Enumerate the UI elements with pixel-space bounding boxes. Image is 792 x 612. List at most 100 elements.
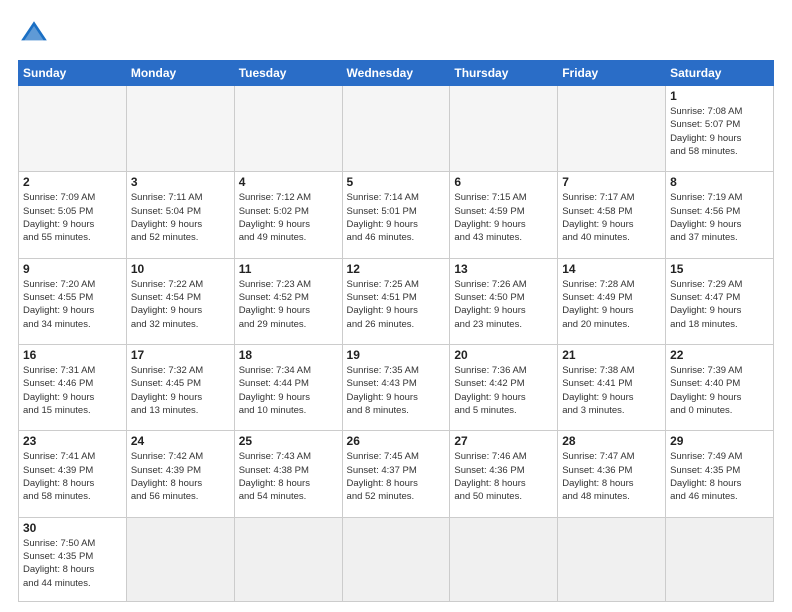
calendar-cell: 18 Sunrise: 7:34 AM Sunset: 4:44 PM Dayli… xyxy=(234,344,342,430)
day-number: 29 xyxy=(670,434,769,448)
weekday-header-thursday: Thursday xyxy=(450,61,558,86)
calendar-cell: 1 Sunrise: 7:08 AM Sunset: 5:07 PM Daylig… xyxy=(666,86,774,172)
day-number: 30 xyxy=(23,521,122,535)
weekday-header-friday: Friday xyxy=(558,61,666,86)
day-number: 3 xyxy=(131,175,230,189)
calendar-cell: 6Sunrise: 7:15 AM Sunset: 4:59 PM Daylig… xyxy=(450,172,558,258)
day-info: Sunrise: 7:49 AM Sunset: 4:35 PM Dayligh… xyxy=(670,450,769,503)
day-number: 21 xyxy=(562,348,661,362)
day-info: Sunrise: 7:42 AM Sunset: 4:39 PM Dayligh… xyxy=(131,450,230,503)
calendar-cell: 7 Sunrise: 7:17 AM Sunset: 4:58 PM Daylig… xyxy=(558,172,666,258)
calendar-cell: 23Sunrise: 7:41 AM Sunset: 4:39 PM Dayli… xyxy=(19,431,127,517)
calendar-cell: 8Sunrise: 7:19 AM Sunset: 4:56 PM Daylig… xyxy=(666,172,774,258)
calendar-cell: 19 Sunrise: 7:35 AM Sunset: 4:43 PM Dayli… xyxy=(342,344,450,430)
day-info: Sunrise: 7:17 AM Sunset: 4:58 PM Dayligh… xyxy=(562,191,661,244)
day-info: Sunrise: 7:20 AM Sunset: 4:55 PM Dayligh… xyxy=(23,278,122,331)
day-number: 7 xyxy=(562,175,661,189)
day-info: Sunrise: 7:31 AM Sunset: 4:46 PM Dayligh… xyxy=(23,364,122,417)
weekday-header-monday: Monday xyxy=(126,61,234,86)
calendar-cell: 11 Sunrise: 7:23 AM Sunset: 4:52 PM Dayli… xyxy=(234,258,342,344)
day-info: Sunrise: 7:29 AM Sunset: 4:47 PM Dayligh… xyxy=(670,278,769,331)
day-info: Sunrise: 7:25 AM Sunset: 4:51 PM Dayligh… xyxy=(347,278,446,331)
week-row-6: 30 Sunrise: 7:50 AM Sunset: 4:35 PM Dayli… xyxy=(19,517,774,601)
day-info: Sunrise: 7:36 AM Sunset: 4:42 PM Dayligh… xyxy=(454,364,553,417)
day-info: Sunrise: 7:46 AM Sunset: 4:36 PM Dayligh… xyxy=(454,450,553,503)
day-number: 18 xyxy=(239,348,338,362)
day-number: 26 xyxy=(347,434,446,448)
calendar-cell: 10 Sunrise: 7:22 AM Sunset: 4:54 PM Dayli… xyxy=(126,258,234,344)
day-number: 12 xyxy=(347,262,446,276)
calendar-cell xyxy=(450,517,558,601)
day-info: Sunrise: 7:47 AM Sunset: 4:36 PM Dayligh… xyxy=(562,450,661,503)
day-number: 2 xyxy=(23,175,122,189)
day-number: 25 xyxy=(239,434,338,448)
calendar-cell xyxy=(19,86,127,172)
calendar-cell xyxy=(126,86,234,172)
calendar-cell xyxy=(234,517,342,601)
calendar-cell: 22 Sunrise: 7:39 AM Sunset: 4:40 PM Dayli… xyxy=(666,344,774,430)
weekday-header-wednesday: Wednesday xyxy=(342,61,450,86)
calendar-cell xyxy=(342,517,450,601)
calendar-cell: 9 Sunrise: 7:20 AM Sunset: 4:55 PM Daylig… xyxy=(19,258,127,344)
calendar-cell xyxy=(126,517,234,601)
calendar: SundayMondayTuesdayWednesdayThursdayFrid… xyxy=(18,60,774,602)
day-number: 14 xyxy=(562,262,661,276)
day-number: 17 xyxy=(131,348,230,362)
day-info: Sunrise: 7:50 AM Sunset: 4:35 PM Dayligh… xyxy=(23,537,122,590)
day-info: Sunrise: 7:11 AM Sunset: 5:04 PM Dayligh… xyxy=(131,191,230,244)
week-row-1: 1 Sunrise: 7:08 AM Sunset: 5:07 PM Daylig… xyxy=(19,86,774,172)
day-number: 13 xyxy=(454,262,553,276)
day-info: Sunrise: 7:35 AM Sunset: 4:43 PM Dayligh… xyxy=(347,364,446,417)
calendar-cell: 3 Sunrise: 7:11 AM Sunset: 5:04 PM Daylig… xyxy=(126,172,234,258)
calendar-cell: 13 Sunrise: 7:26 AM Sunset: 4:50 PM Dayli… xyxy=(450,258,558,344)
day-info: Sunrise: 7:23 AM Sunset: 4:52 PM Dayligh… xyxy=(239,278,338,331)
day-info: Sunrise: 7:22 AM Sunset: 4:54 PM Dayligh… xyxy=(131,278,230,331)
day-number: 10 xyxy=(131,262,230,276)
calendar-cell xyxy=(558,517,666,601)
day-info: Sunrise: 7:14 AM Sunset: 5:01 PM Dayligh… xyxy=(347,191,446,244)
day-number: 11 xyxy=(239,262,338,276)
calendar-cell: 20 Sunrise: 7:36 AM Sunset: 4:42 PM Dayli… xyxy=(450,344,558,430)
calendar-cell: 26 Sunrise: 7:45 AM Sunset: 4:37 PM Dayli… xyxy=(342,431,450,517)
week-row-5: 23Sunrise: 7:41 AM Sunset: 4:39 PM Dayli… xyxy=(19,431,774,517)
day-info: Sunrise: 7:39 AM Sunset: 4:40 PM Dayligh… xyxy=(670,364,769,417)
week-row-4: 16Sunrise: 7:31 AM Sunset: 4:46 PM Dayli… xyxy=(19,344,774,430)
day-info: Sunrise: 7:28 AM Sunset: 4:49 PM Dayligh… xyxy=(562,278,661,331)
calendar-cell xyxy=(450,86,558,172)
logo-icon xyxy=(18,18,50,50)
calendar-cell: 29 Sunrise: 7:49 AM Sunset: 4:35 PM Dayli… xyxy=(666,431,774,517)
weekday-header-tuesday: Tuesday xyxy=(234,61,342,86)
calendar-cell: 30 Sunrise: 7:50 AM Sunset: 4:35 PM Dayli… xyxy=(19,517,127,601)
weekday-header-sunday: Sunday xyxy=(19,61,127,86)
calendar-cell: 17 Sunrise: 7:32 AM Sunset: 4:45 PM Dayli… xyxy=(126,344,234,430)
calendar-cell: 4Sunrise: 7:12 AM Sunset: 5:02 PM Daylig… xyxy=(234,172,342,258)
calendar-cell: 28 Sunrise: 7:47 AM Sunset: 4:36 PM Dayli… xyxy=(558,431,666,517)
week-row-3: 9 Sunrise: 7:20 AM Sunset: 4:55 PM Daylig… xyxy=(19,258,774,344)
day-number: 22 xyxy=(670,348,769,362)
day-number: 19 xyxy=(347,348,446,362)
logo xyxy=(18,18,54,50)
header xyxy=(18,18,774,50)
day-info: Sunrise: 7:09 AM Sunset: 5:05 PM Dayligh… xyxy=(23,191,122,244)
day-number: 9 xyxy=(23,262,122,276)
day-number: 28 xyxy=(562,434,661,448)
day-info: Sunrise: 7:08 AM Sunset: 5:07 PM Dayligh… xyxy=(670,105,769,158)
weekday-header-saturday: Saturday xyxy=(666,61,774,86)
day-info: Sunrise: 7:32 AM Sunset: 4:45 PM Dayligh… xyxy=(131,364,230,417)
day-number: 15 xyxy=(670,262,769,276)
day-info: Sunrise: 7:38 AM Sunset: 4:41 PM Dayligh… xyxy=(562,364,661,417)
day-number: 1 xyxy=(670,89,769,103)
day-number: 20 xyxy=(454,348,553,362)
day-number: 8 xyxy=(670,175,769,189)
day-info: Sunrise: 7:34 AM Sunset: 4:44 PM Dayligh… xyxy=(239,364,338,417)
calendar-cell xyxy=(342,86,450,172)
day-info: Sunrise: 7:45 AM Sunset: 4:37 PM Dayligh… xyxy=(347,450,446,503)
week-row-2: 2 Sunrise: 7:09 AM Sunset: 5:05 PM Daylig… xyxy=(19,172,774,258)
day-info: Sunrise: 7:26 AM Sunset: 4:50 PM Dayligh… xyxy=(454,278,553,331)
day-info: Sunrise: 7:43 AM Sunset: 4:38 PM Dayligh… xyxy=(239,450,338,503)
calendar-cell: 25 Sunrise: 7:43 AM Sunset: 4:38 PM Dayli… xyxy=(234,431,342,517)
day-info: Sunrise: 7:12 AM Sunset: 5:02 PM Dayligh… xyxy=(239,191,338,244)
calendar-cell: 16Sunrise: 7:31 AM Sunset: 4:46 PM Dayli… xyxy=(19,344,127,430)
calendar-cell: 5Sunrise: 7:14 AM Sunset: 5:01 PM Daylig… xyxy=(342,172,450,258)
calendar-cell: 21 Sunrise: 7:38 AM Sunset: 4:41 PM Dayli… xyxy=(558,344,666,430)
